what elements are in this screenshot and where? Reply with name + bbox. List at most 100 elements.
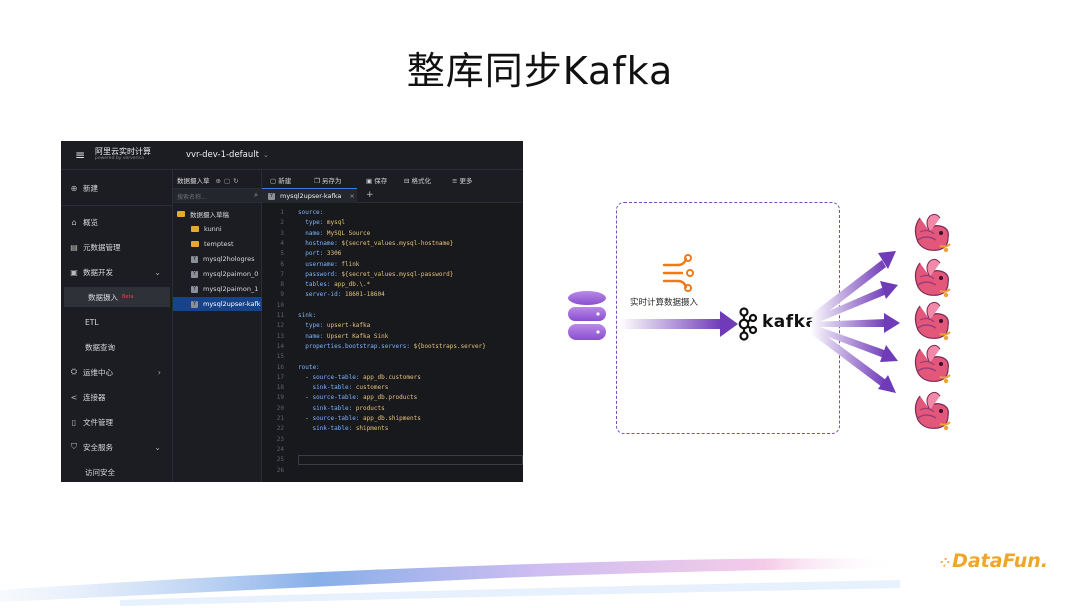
ide-screenshot: ≡ 阿里云实时计算 powered by ververica vvr-dev-1… xyxy=(61,141,523,482)
line-number: 9 xyxy=(280,291,284,299)
code-text: route: xyxy=(298,363,320,371)
folder-icon xyxy=(177,211,185,217)
close-icon[interactable]: × xyxy=(349,192,354,200)
line-number: 25 xyxy=(276,456,284,464)
code-editor[interactable]: 1 source: 2 type: mysql 3 name: MySQL Sourc… xyxy=(262,204,523,482)
ingest-label: 实时计算数据摄入 xyxy=(630,298,699,308)
file-icon: Y xyxy=(191,270,198,278)
tree-item[interactable]: Ymysql2hologres xyxy=(173,252,262,266)
data-ingest-icon xyxy=(662,254,694,292)
line-number: 3 xyxy=(280,229,284,237)
tree-item[interactable]: 数据摄入草稿 xyxy=(173,207,262,221)
code-line: 25 xyxy=(262,455,523,466)
sidebar-item-label: 访问安全 xyxy=(85,467,115,477)
sidebar-item-files[interactable]: ▯ 文件管理 xyxy=(61,412,173,432)
tree-item-label: 数据摄入草稿 xyxy=(190,211,229,219)
code-line: 20 sink-table: products xyxy=(262,404,523,414)
code-text: - source-table: app_db.products xyxy=(298,394,418,402)
chevron-down-icon: ⌄ xyxy=(262,151,269,159)
line-number: 11 xyxy=(276,312,284,319)
toolbar-new-button[interactable]: ▢ 新建 xyxy=(270,175,291,185)
shield-icon: ⛉ xyxy=(71,442,77,451)
code-text: - source-table: app_db.shipments xyxy=(298,415,421,422)
code-text: server-id: 18601-18604 xyxy=(305,291,385,299)
flow-arrow xyxy=(620,311,738,337)
tree-item[interactable]: kunni xyxy=(173,222,262,236)
code-line: 21 - source-table: app_db.shipments xyxy=(262,414,523,424)
sidebar-item-etl[interactable]: ETL xyxy=(61,312,173,332)
toolbar-label: 格式化 xyxy=(411,177,432,185)
kafka-logo-icon xyxy=(738,307,757,341)
sidebar-item-new[interactable]: ⊕ 新建 xyxy=(61,178,173,198)
tree-item[interactable]: Ymysql2paimon_0 xyxy=(173,267,262,281)
chevron-down-icon: ⌄ xyxy=(154,442,161,452)
file-tree: 数据摄入草 ⊕▢↻ 搜索名称... ⌕ 数据摄入草稿 kunni temptest… xyxy=(173,170,262,482)
line-number: 10 xyxy=(276,301,284,309)
toolbar-save-as-button[interactable]: ❐ 另存为 xyxy=(314,175,341,185)
share-icon: < xyxy=(70,392,78,402)
line-number: 1 xyxy=(280,209,284,216)
sidebar-item-metadata[interactable]: ▤ 元数据管理 xyxy=(61,237,173,257)
code-text: sink-table: shipments xyxy=(312,425,389,433)
sidebar-item-dev[interactable]: ▣ 数据开发 ⌄ xyxy=(61,262,173,282)
line-number: 14 xyxy=(276,342,284,350)
workspace-selector[interactable]: vvr-dev-1-default ⌄ xyxy=(186,150,269,160)
code-text: name: Upsert Kafka Sink xyxy=(305,332,389,340)
search-placeholder: 搜索名称... xyxy=(177,194,207,201)
code-line: 6 username: flink xyxy=(262,260,523,270)
code-text: sink: xyxy=(298,312,317,319)
chevron-down-icon: ⌄ xyxy=(154,267,161,277)
code-line: 12 type: upsert-kafka xyxy=(262,321,523,331)
tree-item-label: mysql2paimon_1 xyxy=(203,285,259,293)
code-text: type: mysql xyxy=(305,219,345,227)
tab-label: mysql2upser-kafka xyxy=(280,192,342,200)
add-tab-icon[interactable]: + xyxy=(366,190,374,200)
folder-icon xyxy=(191,226,199,232)
sidebar-item-security[interactable]: ⛉ 安全服务 ⌄ xyxy=(61,437,173,457)
code-line: 19 - source-table: app_db.products xyxy=(262,393,523,403)
line-number: 18 xyxy=(276,384,284,392)
datafun-logo: ⁘ DataFun. xyxy=(940,550,1048,572)
sidebar-item-label: 数据开发 xyxy=(83,267,113,277)
toolbar-label: 另存为 xyxy=(321,177,342,185)
code-text: - source-table: app_db.customers xyxy=(298,373,421,381)
code-line: 9 server-id: 18601-18604 xyxy=(262,290,523,300)
sidebar-item-access[interactable]: 访问安全 xyxy=(61,462,173,482)
code-text: hostname: ${secret_values.mysql-hostname… xyxy=(305,239,454,247)
sidebar-item-label: 新建 xyxy=(83,183,98,193)
flink-squirrel-icon xyxy=(914,391,951,431)
toolbar-format-button[interactable]: ⊟ 格式化 xyxy=(404,175,431,185)
sidebar-item-query[interactable]: 数据查询 xyxy=(61,337,173,357)
workspace-name: vvr-dev-1-default xyxy=(186,150,259,160)
tab-bar: Ymysql2upser-kafka × + xyxy=(262,188,523,203)
file-icon: Y xyxy=(191,300,198,308)
ops-icon: ⛭ xyxy=(70,367,78,376)
code-line: 14 properties.bootstrap.servers: ${boots… xyxy=(262,342,523,352)
line-number: 2 xyxy=(280,219,284,227)
editor-toolbar: ▢ 新建 ❐ 另存为 ▣ 保存 ⊟ 格式化 ≡ 更多 xyxy=(262,170,523,188)
line-number: 17 xyxy=(276,373,284,381)
tree-item-label: mysql2upser-kafk xyxy=(203,300,261,308)
cursor-line xyxy=(298,455,523,466)
code-line: 13 name: Upsert Kafka Sink xyxy=(262,332,523,342)
tree-item-selected[interactable]: Ymysql2upser-kafk xyxy=(173,297,262,311)
tab-mysql2upser-kafka[interactable]: Ymysql2upser-kafka × xyxy=(262,188,357,203)
sidebar-item-ops[interactable]: ⛭ 运维中心 › xyxy=(61,362,173,382)
tree-item[interactable]: temptest xyxy=(173,237,262,251)
brand-sub: powered by ververica xyxy=(95,156,144,161)
line-number: 16 xyxy=(276,363,284,371)
code-text: sink-table: products xyxy=(312,404,385,412)
toolbar-save-button[interactable]: ▣ 保存 xyxy=(366,175,387,185)
tree-item[interactable]: Ymysql2paimon_1 xyxy=(173,282,262,296)
tree-tools-icon[interactable]: ⊕▢↻ xyxy=(216,177,242,185)
sidebar-item-ingest[interactable]: 数据摄入 Beta xyxy=(64,287,170,307)
toolbar-more-button[interactable]: ≡ 更多 xyxy=(452,175,473,185)
tree-search-input[interactable]: 搜索名称... ⌕ xyxy=(173,188,262,203)
code-line: 5 port: 3306 xyxy=(262,249,523,259)
sidebar-item-overview[interactable]: ⌂ 概览 xyxy=(61,212,173,232)
line-number: 21 xyxy=(276,415,284,422)
file-icon: Y xyxy=(191,285,198,293)
code-line: 18 sink-table: customers xyxy=(262,383,523,393)
list-icon: ▤ xyxy=(70,242,78,252)
sidebar-item-connectors[interactable]: < 连接器 xyxy=(61,387,173,407)
